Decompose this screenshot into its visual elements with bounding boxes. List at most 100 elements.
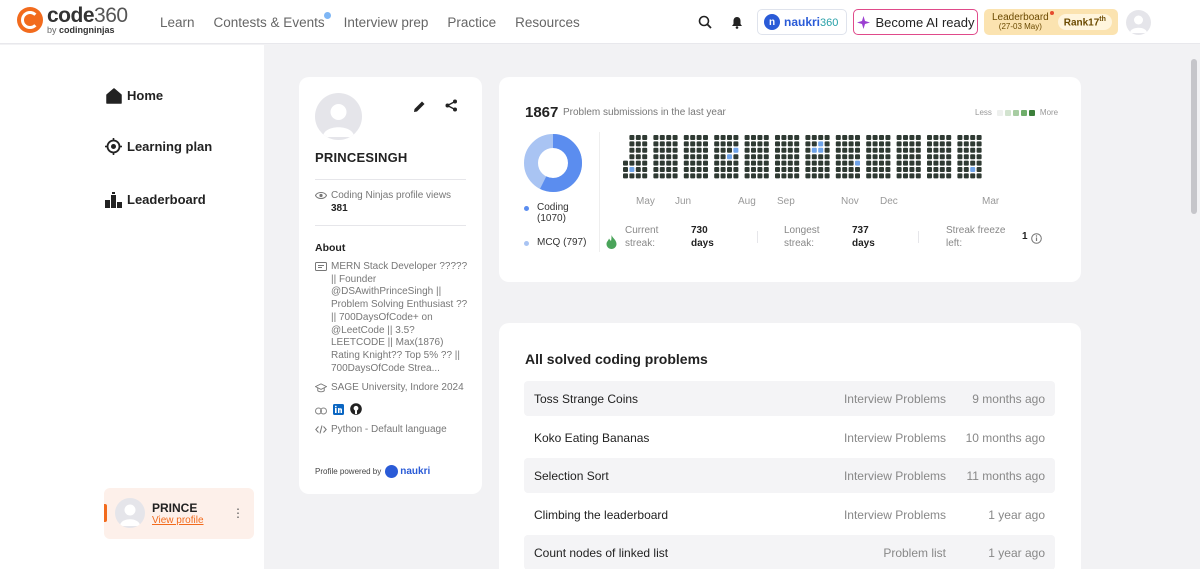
rank-suffix: th (1099, 15, 1106, 23)
problem-name: Koko Eating Bananas (534, 431, 650, 445)
heatmap-cell (903, 141, 908, 147)
heatmap-cell (963, 167, 969, 172)
github-icon[interactable] (350, 402, 362, 420)
heatmap-cell (855, 167, 860, 172)
heatmap-cell (805, 147, 811, 153)
heatmap-cell (879, 173, 884, 179)
rank-num: 17 (1088, 17, 1100, 29)
heatmap-cell (909, 154, 915, 160)
heatmap-cell (696, 167, 702, 172)
heatmap-cell (696, 147, 702, 153)
leaderboard-rank-button[interactable]: Leaderboard (27-03 May) Rank17th (984, 9, 1118, 35)
heatmap-cell (757, 173, 763, 179)
heatmap-cell (690, 167, 696, 172)
heatmap-cell (818, 147, 824, 153)
scrollbar-thumb[interactable] (1191, 59, 1197, 214)
heatmap-cell (824, 173, 830, 179)
naukri-num: 360 (820, 17, 839, 29)
heatmap-cell (763, 154, 769, 160)
become-ai-ready-button[interactable]: Become AI ready (853, 9, 978, 35)
active-indicator (104, 504, 107, 522)
heatmap-cell (848, 147, 854, 153)
heatmap-cell (879, 141, 884, 147)
more-options-icon[interactable]: ⋮ (232, 506, 244, 520)
heatmap-cell (805, 167, 811, 172)
linkedin-icon[interactable] (333, 402, 344, 420)
heatmap-cell (720, 167, 726, 172)
heatmap-cell (896, 160, 902, 166)
table-row[interactable]: Toss Strange Coins Interview Problems 9 … (524, 381, 1055, 416)
heatmap-cell (896, 141, 902, 147)
nav-practice[interactable]: Practice (447, 15, 496, 30)
heatmap-cell (666, 135, 672, 140)
month-label: Aug (738, 196, 756, 207)
problem-category: Problem list (883, 546, 946, 560)
sidebar-profile-chip[interactable]: PRINCE View profile ⋮ (104, 488, 254, 539)
heatmap-cell (939, 141, 945, 147)
heatmap-cell (744, 141, 750, 147)
link-icon[interactable] (315, 402, 327, 420)
heatmap-cell (659, 173, 665, 179)
share-icon[interactable] (445, 99, 458, 117)
heatmap-cell (970, 141, 976, 147)
heatmap-cell (885, 167, 891, 172)
heatmap-cell (824, 147, 830, 153)
heatmap-cell (933, 173, 939, 179)
heatmap-cell (927, 173, 932, 179)
heatmap-cell (696, 160, 702, 166)
nav-learn[interactable]: Learn (160, 15, 195, 30)
heatmap-cell (787, 160, 793, 166)
info-icon[interactable] (1031, 231, 1042, 249)
table-row[interactable]: Climbing the leaderboard Interview Probl… (524, 497, 1055, 532)
heatmap-cell (811, 147, 817, 153)
profile-name: PRINCE (152, 501, 198, 515)
view-profile-link[interactable]: View profile (152, 515, 204, 526)
heatmap-cell (751, 154, 756, 160)
heatmap-cell (805, 160, 811, 166)
new-dot-icon (1049, 11, 1054, 15)
naukri360-button[interactable]: n naukri360 (757, 9, 847, 35)
heatmap-cell (963, 135, 969, 140)
heatmap-cell (744, 167, 750, 172)
table-row[interactable]: Koko Eating Bananas Interview Problems 1… (524, 420, 1055, 455)
heatmap-cell (629, 167, 635, 172)
pencil-icon[interactable] (413, 100, 426, 118)
bell-icon[interactable] (728, 13, 746, 31)
sidebar-item-learning-plan[interactable]: Learning plan (105, 138, 212, 155)
heatmap-cell (703, 160, 708, 166)
sidebar-item-home[interactable]: Home (105, 87, 163, 104)
heatmap-cell (872, 173, 878, 179)
page-scrollbar[interactable] (1188, 44, 1200, 569)
heatmap-cell (811, 141, 817, 147)
heatmap-cell (672, 160, 678, 166)
nav-contests-events[interactable]: Contests & Events (214, 11, 331, 30)
heatmap-cell (835, 147, 841, 153)
heatmap-cell (879, 135, 884, 140)
heatmap-cell (690, 173, 696, 179)
heatmap-cell (879, 154, 884, 160)
heatmap-cell (933, 154, 939, 160)
heatmap-cell (933, 147, 939, 153)
heatmap-cell (896, 167, 902, 172)
heatmap-cell (733, 173, 739, 179)
user-avatar[interactable] (1126, 10, 1151, 35)
nav-resources[interactable]: Resources (515, 15, 580, 30)
month-label: Jun (675, 196, 692, 207)
heatmap-cell (879, 160, 884, 166)
heatmap-cell (866, 147, 872, 153)
heatmap-cell (970, 147, 976, 153)
table-row[interactable]: Selection Sort Interview Problems 11 mon… (524, 458, 1055, 493)
heatmap-cell (787, 173, 793, 179)
heatmap-cell (775, 135, 780, 140)
heatmap-cell (757, 167, 763, 172)
heatmap-cell (629, 141, 635, 147)
heatmap-cell (720, 147, 726, 153)
legend-swatch (1028, 109, 1035, 116)
heatmap-cell (866, 160, 872, 166)
sidebar-item-leaderboard[interactable]: Leaderboard (105, 191, 206, 208)
code360-logo[interactable]: code360 by codingninjas (17, 5, 128, 35)
nav-interview-prep[interactable]: Interview prep (344, 15, 429, 30)
search-icon[interactable] (696, 13, 714, 31)
table-row[interactable]: Count nodes of linked list Problem list … (524, 535, 1055, 569)
heatmap-cell (855, 141, 860, 147)
